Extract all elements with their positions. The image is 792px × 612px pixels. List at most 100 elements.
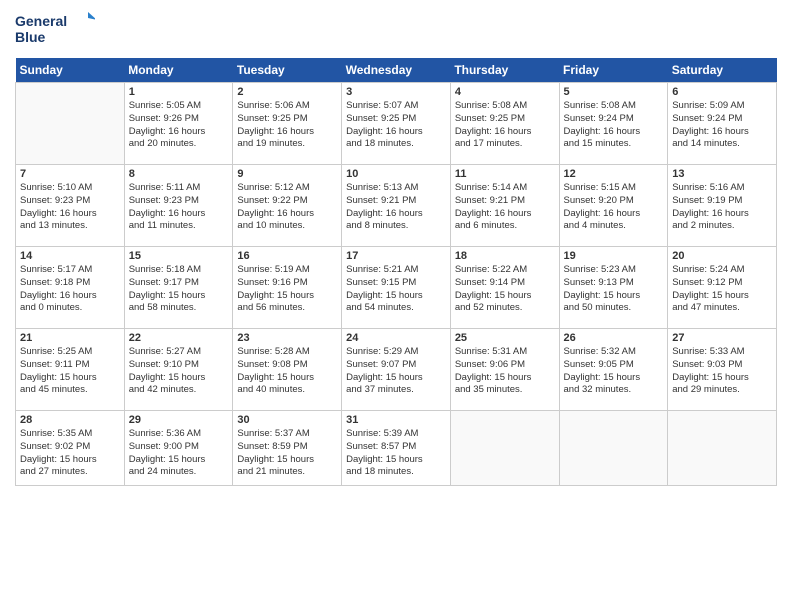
day-number: 30 <box>237 414 337 426</box>
day-number: 10 <box>346 168 446 180</box>
calendar-cell: 25 Sunrise: 5:31 AM Sunset: 9:06 PM Dayli… <box>450 329 559 411</box>
day-info: Sunrise: 5:15 AM Sunset: 9:20 PM Dayligh… <box>564 182 664 233</box>
calendar-cell: 26Sunrise: 5:32 AM Sunset: 9:05 PM Dayli… <box>559 329 668 411</box>
calendar-cell: 22 Sunrise: 5:27 AM Sunset: 9:10 PM Dayli… <box>124 329 233 411</box>
calendar-cell <box>450 411 559 486</box>
day-info: Sunrise: 5:16 AM Sunset: 9:19 PM Dayligh… <box>672 182 772 233</box>
day-info: Sunrise: 5:24 AM Sunset: 9:12 PM Dayligh… <box>672 264 772 315</box>
calendar-cell: 24Sunrise: 5:29 AM Sunset: 9:07 PM Dayli… <box>342 329 451 411</box>
day-info: Sunrise: 5:27 AM Sunset: 9:10 PM Dayligh… <box>129 346 229 397</box>
calendar-cell: 20Sunrise: 5:24 AM Sunset: 9:12 PM Dayli… <box>668 247 777 329</box>
day-number: 8 <box>129 168 229 180</box>
calendar-week-row: 1 Sunrise: 5:05 AM Sunset: 9:26 PM Daylig… <box>16 83 777 165</box>
logo-svg: General Blue <box>15 10 95 50</box>
day-number: 28 <box>20 414 120 426</box>
day-info: Sunrise: 5:22 AM Sunset: 9:14 PM Dayligh… <box>455 264 555 315</box>
calendar-cell: 1 Sunrise: 5:05 AM Sunset: 9:26 PM Daylig… <box>124 83 233 165</box>
day-number: 19 <box>564 250 664 262</box>
day-info: Sunrise: 5:31 AM Sunset: 9:06 PM Dayligh… <box>455 346 555 397</box>
day-header-saturday: Saturday <box>668 58 777 83</box>
calendar-cell: 18 Sunrise: 5:22 AM Sunset: 9:14 PM Dayli… <box>450 247 559 329</box>
calendar-body: 1 Sunrise: 5:05 AM Sunset: 9:26 PM Daylig… <box>16 83 777 486</box>
calendar-cell: 2 Sunrise: 5:06 AM Sunset: 9:25 PM Daylig… <box>233 83 342 165</box>
day-number: 11 <box>455 168 555 180</box>
day-number: 6 <box>672 86 772 98</box>
day-info: Sunrise: 5:05 AM Sunset: 9:26 PM Dayligh… <box>129 100 229 151</box>
day-number: 7 <box>20 168 120 180</box>
day-number: 3 <box>346 86 446 98</box>
day-header-friday: Friday <box>559 58 668 83</box>
calendar-table: SundayMondayTuesdayWednesdayThursdayFrid… <box>15 58 777 486</box>
day-info: Sunrise: 5:33 AM Sunset: 9:03 PM Dayligh… <box>672 346 772 397</box>
day-info: Sunrise: 5:07 AM Sunset: 9:25 PM Dayligh… <box>346 100 446 151</box>
calendar-week-row: 7 Sunrise: 5:10 AM Sunset: 9:23 PM Daylig… <box>16 165 777 247</box>
day-info: Sunrise: 5:14 AM Sunset: 9:21 PM Dayligh… <box>455 182 555 233</box>
day-header-monday: Monday <box>124 58 233 83</box>
day-header-tuesday: Tuesday <box>233 58 342 83</box>
calendar-cell: 21Sunrise: 5:25 AM Sunset: 9:11 PM Dayli… <box>16 329 125 411</box>
day-number: 5 <box>564 86 664 98</box>
calendar-cell: 5 Sunrise: 5:08 AM Sunset: 9:24 PM Daylig… <box>559 83 668 165</box>
day-info: Sunrise: 5:18 AM Sunset: 9:17 PM Dayligh… <box>129 264 229 315</box>
day-info: Sunrise: 5:09 AM Sunset: 9:24 PM Dayligh… <box>672 100 772 151</box>
day-number: 17 <box>346 250 446 262</box>
day-number: 23 <box>237 332 337 344</box>
day-number: 29 <box>129 414 229 426</box>
day-number: 16 <box>237 250 337 262</box>
calendar-cell <box>668 411 777 486</box>
calendar-cell: 31 Sunrise: 5:39 AM Sunset: 8:57 PM Dayli… <box>342 411 451 486</box>
calendar-cell: 19Sunrise: 5:23 AM Sunset: 9:13 PM Dayli… <box>559 247 668 329</box>
day-number: 24 <box>346 332 446 344</box>
svg-text:Blue: Blue <box>15 29 46 45</box>
calendar-cell: 28 Sunrise: 5:35 AM Sunset: 9:02 PM Dayli… <box>16 411 125 486</box>
calendar-week-row: 14Sunrise: 5:17 AM Sunset: 9:18 PM Dayli… <box>16 247 777 329</box>
calendar-cell: 4 Sunrise: 5:08 AM Sunset: 9:25 PM Daylig… <box>450 83 559 165</box>
main-container: General Blue SundayMondayTuesdayWednesda… <box>0 0 792 496</box>
day-number: 26 <box>564 332 664 344</box>
day-number: 15 <box>129 250 229 262</box>
day-info: Sunrise: 5:06 AM Sunset: 9:25 PM Dayligh… <box>237 100 337 151</box>
calendar-cell: 15 Sunrise: 5:18 AM Sunset: 9:17 PM Dayli… <box>124 247 233 329</box>
day-number: 14 <box>20 250 120 262</box>
day-info: Sunrise: 5:36 AM Sunset: 9:00 PM Dayligh… <box>129 428 229 479</box>
calendar-cell <box>559 411 668 486</box>
day-info: Sunrise: 5:39 AM Sunset: 8:57 PM Dayligh… <box>346 428 446 479</box>
calendar-cell: 27 Sunrise: 5:33 AM Sunset: 9:03 PM Dayli… <box>668 329 777 411</box>
day-header-thursday: Thursday <box>450 58 559 83</box>
day-info: Sunrise: 5:08 AM Sunset: 9:24 PM Dayligh… <box>564 100 664 151</box>
day-number: 27 <box>672 332 772 344</box>
day-info: Sunrise: 5:37 AM Sunset: 8:59 PM Dayligh… <box>237 428 337 479</box>
day-number: 31 <box>346 414 446 426</box>
calendar-cell <box>16 83 125 165</box>
day-info: Sunrise: 5:13 AM Sunset: 9:21 PM Dayligh… <box>346 182 446 233</box>
day-number: 9 <box>237 168 337 180</box>
calendar-cell: 12 Sunrise: 5:15 AM Sunset: 9:20 PM Dayli… <box>559 165 668 247</box>
day-number: 1 <box>129 86 229 98</box>
day-number: 18 <box>455 250 555 262</box>
day-header-wednesday: Wednesday <box>342 58 451 83</box>
header: General Blue <box>15 10 777 50</box>
calendar-cell: 23Sunrise: 5:28 AM Sunset: 9:08 PM Dayli… <box>233 329 342 411</box>
calendar-cell: 3 Sunrise: 5:07 AM Sunset: 9:25 PM Daylig… <box>342 83 451 165</box>
day-number: 2 <box>237 86 337 98</box>
day-info: Sunrise: 5:35 AM Sunset: 9:02 PM Dayligh… <box>20 428 120 479</box>
day-number: 21 <box>20 332 120 344</box>
day-number: 25 <box>455 332 555 344</box>
calendar-cell: 7 Sunrise: 5:10 AM Sunset: 9:23 PM Daylig… <box>16 165 125 247</box>
day-number: 4 <box>455 86 555 98</box>
day-number: 12 <box>564 168 664 180</box>
day-number: 13 <box>672 168 772 180</box>
calendar-cell: 29 Sunrise: 5:36 AM Sunset: 9:00 PM Dayli… <box>124 411 233 486</box>
calendar-cell: 13 Sunrise: 5:16 AM Sunset: 9:19 PM Dayli… <box>668 165 777 247</box>
day-info: Sunrise: 5:21 AM Sunset: 9:15 PM Dayligh… <box>346 264 446 315</box>
calendar-cell: 30 Sunrise: 5:37 AM Sunset: 8:59 PM Dayli… <box>233 411 342 486</box>
day-info: Sunrise: 5:08 AM Sunset: 9:25 PM Dayligh… <box>455 100 555 151</box>
day-info: Sunrise: 5:19 AM Sunset: 9:16 PM Dayligh… <box>237 264 337 315</box>
calendar-cell: 14Sunrise: 5:17 AM Sunset: 9:18 PM Dayli… <box>16 247 125 329</box>
day-number: 22 <box>129 332 229 344</box>
calendar-cell: 10 Sunrise: 5:13 AM Sunset: 9:21 PM Dayli… <box>342 165 451 247</box>
day-info: Sunrise: 5:12 AM Sunset: 9:22 PM Dayligh… <box>237 182 337 233</box>
calendar-cell: 11 Sunrise: 5:14 AM Sunset: 9:21 PM Dayli… <box>450 165 559 247</box>
calendar-header-row: SundayMondayTuesdayWednesdayThursdayFrid… <box>16 58 777 83</box>
day-info: Sunrise: 5:10 AM Sunset: 9:23 PM Dayligh… <box>20 182 120 233</box>
